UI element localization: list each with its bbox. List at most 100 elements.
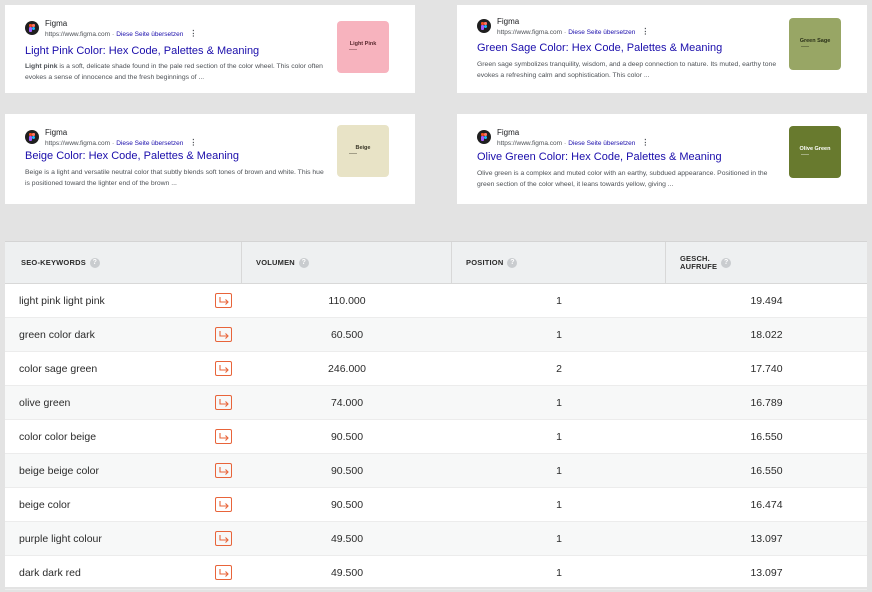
keyword-cell: color color beige [5, 420, 242, 453]
position-cell: 2 [556, 362, 562, 375]
open-keyword-icon[interactable] [215, 463, 232, 478]
views-cell: 17.740 [750, 362, 783, 375]
translate-link[interactable]: Diese Seite übersetzen [116, 31, 183, 38]
more-options-icon[interactable]: ⋮ [641, 138, 649, 147]
keyword-cell: green color dark [5, 318, 242, 351]
keyword-cell: beige beige color [5, 454, 242, 487]
help-icon[interactable]: ? [507, 257, 518, 268]
table-row: purple light colour 49.500 1 13.097 [5, 522, 867, 556]
help-icon[interactable]: ? [721, 257, 732, 268]
volume-cell: 74.000 [330, 396, 364, 409]
result-snippet: Light pink is a soft, delicate shade fou… [25, 63, 323, 81]
translate-link[interactable]: Diese Seite übersetzen [116, 140, 183, 147]
keyword-cell: dark dark red [5, 556, 242, 589]
color-thumbnail[interactable]: Green Sage [789, 18, 841, 70]
open-keyword-icon[interactable] [215, 327, 232, 342]
search-result-card: Figma https://www.figma.com · Diese Seite … [5, 5, 415, 93]
position-cell: 1 [556, 396, 562, 409]
keyword-text: beige color [19, 498, 71, 511]
column-header-views[interactable]: GESCH. AUFRUFE? [666, 242, 867, 283]
table-row: light pink light pink 110.000 1 19.494 [5, 284, 867, 318]
translate-link[interactable]: Diese Seite übersetzen [568, 29, 635, 36]
keyword-text: color color beige [19, 430, 97, 443]
volume-cell: 110.000 [328, 294, 366, 307]
keyword-text: purple light colour [19, 532, 102, 545]
result-snippet: Olive green is a complex and muted color… [477, 170, 768, 188]
figma-icon [477, 19, 491, 33]
result-title-link[interactable]: Light Pink Color: Hex Code, Palettes & M… [25, 45, 259, 57]
result-site: Figma https://www.figma.com · Diese Seite … [25, 19, 197, 40]
keyword-cell: beige color [5, 488, 242, 521]
color-thumbnail[interactable]: Olive Green [789, 126, 841, 178]
column-header-position[interactable]: POSITION? [452, 242, 666, 283]
site-url[interactable]: https://www.figma.com [45, 140, 110, 147]
site-url[interactable]: https://www.figma.com [45, 31, 110, 38]
search-result-card: Figma https://www.figma.com · Diese Seite … [457, 114, 867, 204]
more-options-icon[interactable]: ⋮ [189, 29, 197, 38]
keyword-cell: purple light colour [5, 522, 242, 555]
open-keyword-icon[interactable] [215, 565, 232, 580]
figma-icon [477, 130, 491, 144]
keyword-text: dark dark red [19, 566, 81, 579]
search-result-card: Figma https://www.figma.com · Diese Seite … [457, 5, 867, 93]
keyword-text: olive green [19, 396, 71, 409]
views-cell: 19.494 [750, 294, 783, 307]
keyword-cell: olive green [5, 386, 242, 419]
open-keyword-icon[interactable] [215, 497, 232, 512]
views-cell: 13.097 [750, 566, 783, 579]
open-keyword-icon[interactable] [215, 361, 232, 376]
column-header-keywords[interactable]: SEO-KEYWORDS? [5, 242, 242, 283]
position-cell: 1 [556, 532, 562, 545]
color-thumbnail[interactable]: Beige [337, 125, 389, 177]
keyword-text: beige beige color [19, 464, 99, 477]
open-keyword-icon[interactable] [215, 429, 232, 444]
result-title-link[interactable]: Beige Color: Hex Code, Palettes & Meanin… [25, 150, 239, 162]
table-row: olive green 74.000 1 16.789 [5, 386, 867, 420]
views-cell: 16.550 [750, 464, 783, 477]
table-row: beige beige color 90.500 1 16.550 [5, 454, 867, 488]
position-cell: 1 [556, 294, 562, 307]
site-name: Figma [45, 19, 68, 28]
position-cell: 1 [556, 328, 562, 341]
result-snippet: Green sage symbolizes tranquility, wisdo… [477, 61, 777, 79]
thumbnail-label: Green Sage [799, 38, 831, 44]
table-header: SEO-KEYWORDS? VOLUMEN? POSITION? GESCH. A… [5, 242, 867, 284]
keyword-text: color sage green [19, 362, 98, 375]
position-cell: 1 [556, 430, 562, 443]
open-keyword-icon[interactable] [215, 395, 232, 410]
help-icon[interactable]: ? [89, 257, 100, 268]
figma-icon [25, 21, 39, 35]
views-cell: 13.097 [750, 532, 783, 545]
translate-link[interactable]: Diese Seite übersetzen [568, 140, 635, 147]
result-title-link[interactable]: Green Sage Color: Hex Code, Palettes & M… [477, 42, 722, 54]
volume-cell: 246.000 [328, 362, 366, 375]
views-cell: 18.022 [750, 328, 783, 341]
search-result-card: Figma https://www.figma.com · Diese Seite … [5, 114, 415, 204]
site-url[interactable]: https://www.figma.com [497, 29, 562, 36]
more-options-icon[interactable]: ⋮ [641, 27, 649, 36]
views-cell: 16.474 [750, 498, 783, 511]
volume-cell: 49.500 [330, 566, 364, 579]
thumbnail-label: Olive Green [799, 146, 831, 152]
keyword-text: light pink light pink [19, 294, 105, 307]
volume-cell: 49.500 [330, 532, 364, 545]
result-site: Figma https://www.figma.com · Diese Seite … [25, 128, 197, 149]
position-cell: 1 [556, 566, 562, 579]
views-cell: 16.550 [750, 430, 783, 443]
result-title-link[interactable]: Olive Green Color: Hex Code, Palettes & … [477, 151, 722, 163]
position-cell: 1 [556, 464, 562, 477]
volume-cell: 90.500 [330, 464, 364, 477]
color-thumbnail[interactable]: Light Pink [337, 21, 389, 73]
volume-cell: 60.500 [330, 328, 364, 341]
site-name: Figma [497, 128, 520, 137]
open-keyword-icon[interactable] [215, 293, 232, 308]
keyword-cell: light pink light pink [5, 284, 242, 317]
open-keyword-icon[interactable] [215, 531, 232, 546]
help-icon[interactable]: ? [298, 257, 309, 268]
column-header-volume[interactable]: VOLUMEN? [242, 242, 452, 283]
more-options-icon[interactable]: ⋮ [189, 138, 197, 147]
views-cell: 16.789 [750, 396, 783, 409]
keyword-text: green color dark [19, 328, 95, 341]
site-url[interactable]: https://www.figma.com [497, 140, 562, 147]
site-name: Figma [497, 17, 520, 26]
